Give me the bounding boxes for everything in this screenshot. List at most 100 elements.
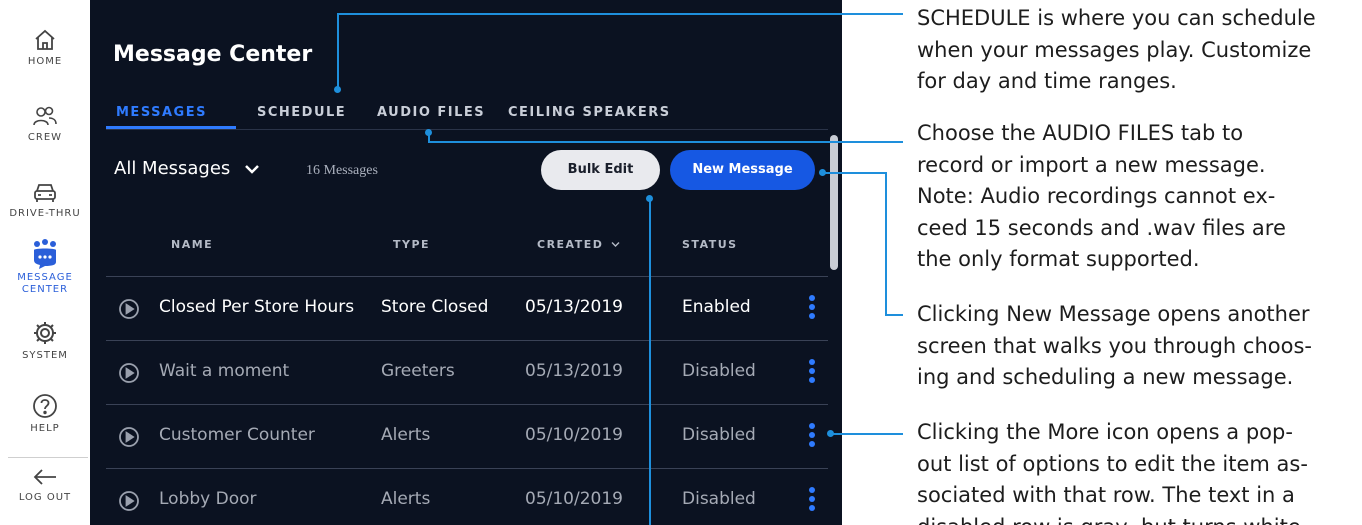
tab-ceiling-speakers[interactable]: CEILING SPEAKERS bbox=[508, 105, 671, 120]
annotation-note-text: : Audio recordings cannot ex- bbox=[966, 184, 1276, 208]
callout-line-new-message bbox=[822, 172, 887, 174]
annotation-line: sociated with that row. The text in a bbox=[917, 483, 1295, 507]
annotation-line: ing and scheduling a new message. bbox=[917, 365, 1294, 389]
annotation-line: ceed 15 seconds and .wav files are bbox=[917, 215, 1286, 240]
callout-dot-new-message bbox=[819, 169, 826, 176]
play-icon[interactable] bbox=[118, 426, 140, 448]
tab-schedule[interactable]: SCHEDULE bbox=[257, 105, 346, 120]
play-icon[interactable] bbox=[118, 362, 140, 384]
callout-dot-more bbox=[827, 430, 834, 437]
annotation-line: record or import a new message. bbox=[917, 152, 1266, 177]
callout-dot-schedule bbox=[334, 86, 341, 93]
nav-item-drive-thru[interactable]: DRIVE-THRU bbox=[0, 182, 90, 220]
annotation-line: screen that walks you through choos- bbox=[917, 333, 1312, 358]
help-icon bbox=[33, 394, 57, 418]
annotation-audio-files: Choose the AUDIO FILES tab to record or … bbox=[917, 118, 1357, 276]
filter-label: All Messages bbox=[114, 158, 231, 179]
annotation-line: Clicking the More icon opens a pop- bbox=[917, 420, 1293, 444]
page-title: Message Center bbox=[113, 42, 313, 67]
nav-label-message: MESSAGE bbox=[17, 272, 73, 283]
row-status: Disabled bbox=[682, 361, 756, 381]
more-icon[interactable] bbox=[808, 423, 816, 451]
row-name: Closed Per Store Hours bbox=[159, 297, 355, 317]
message-center-icon bbox=[34, 239, 56, 269]
row-type: Greeters bbox=[381, 361, 455, 381]
play-icon[interactable] bbox=[118, 490, 140, 512]
vertical-scrollbar[interactable] bbox=[830, 135, 838, 270]
row-type: Alerts bbox=[381, 425, 431, 445]
nav-label-logout: LOG OUT bbox=[18, 492, 72, 503]
annotation-line: Choose the AUDIO FILES tab to bbox=[917, 121, 1244, 145]
message-filter-dropdown[interactable]: All Messages bbox=[114, 158, 260, 179]
nav-divider bbox=[8, 457, 88, 458]
row-type: Store Closed bbox=[381, 297, 489, 317]
row-status: Disabled bbox=[682, 489, 756, 509]
row-name: Lobby Door bbox=[159, 489, 257, 509]
callout-line-audio-files bbox=[428, 141, 903, 143]
annotation-new-message: Clicking New Message opens another scree… bbox=[917, 299, 1357, 394]
table-row[interactable]: Lobby Door Alerts 05/10/2019 Disabled bbox=[106, 468, 828, 525]
callout-dot-bulk-edit bbox=[646, 195, 653, 202]
annotation-line: for day and time ranges. bbox=[917, 69, 1177, 93]
column-header-status[interactable]: STATUS bbox=[682, 238, 738, 251]
nav-item-message-center[interactable]: MESSAGE CENTER bbox=[0, 238, 90, 296]
callout-line-new-message bbox=[885, 314, 903, 316]
column-header-type[interactable]: TYPE bbox=[393, 238, 430, 251]
column-header-name[interactable]: NAME bbox=[171, 238, 213, 251]
row-created: 05/10/2019 bbox=[525, 489, 623, 509]
nav-label-crew: CREW bbox=[27, 132, 63, 143]
table-row[interactable]: Closed Per Store Hours Store Closed 05/1… bbox=[106, 276, 828, 340]
play-icon[interactable] bbox=[118, 298, 140, 320]
row-created: 05/13/2019 bbox=[525, 361, 623, 381]
nav-item-help[interactable]: HELP bbox=[0, 393, 90, 435]
annotation-line: Clicking New Message opens another bbox=[917, 302, 1310, 326]
home-icon bbox=[35, 29, 55, 50]
annotation-note-label: Note bbox=[917, 184, 967, 208]
nav-label-home: HOME bbox=[27, 56, 63, 67]
nav-label-help: HELP bbox=[30, 423, 60, 434]
bulk-edit-button[interactable]: Bulk Edit bbox=[541, 150, 660, 190]
nav-item-home[interactable]: HOME bbox=[0, 28, 90, 68]
row-status: Disabled bbox=[682, 425, 756, 445]
callout-line-more bbox=[830, 433, 903, 435]
sort-chevron-icon bbox=[611, 242, 620, 247]
nav-item-system[interactable]: SYSTEM bbox=[0, 320, 90, 362]
table-row[interactable]: Customer Counter Alerts 05/10/2019 Disab… bbox=[106, 404, 828, 468]
annotation-line: Note: Audio recordings cannot ex- bbox=[917, 181, 1357, 213]
table-row[interactable]: Wait a moment Greeters 05/13/2019 Disabl… bbox=[106, 340, 828, 404]
tab-bar: MESSAGES SCHEDULE AUDIO FILES CEILING SP… bbox=[106, 100, 828, 130]
nav-item-logout[interactable]: LOG OUT bbox=[0, 466, 90, 504]
callout-dot-audio-files bbox=[425, 129, 432, 136]
logout-arrow-icon bbox=[33, 469, 56, 485]
annotation-line: when your messages play. Customize bbox=[917, 37, 1312, 62]
new-message-button[interactable]: New Message bbox=[670, 150, 815, 190]
crew-icon bbox=[33, 106, 57, 126]
column-header-created-label: CREATED bbox=[537, 238, 604, 251]
nav-label-drive-thru: DRIVE-THRU bbox=[9, 208, 81, 219]
row-created: 05/10/2019 bbox=[525, 425, 623, 445]
message-count: 16 Messages bbox=[306, 163, 378, 178]
more-icon[interactable] bbox=[808, 295, 816, 323]
tab-audio-files[interactable]: AUDIO FILES bbox=[377, 105, 485, 120]
nav-item-crew[interactable]: CREW bbox=[0, 104, 90, 144]
annotation-more-icon: Clicking the More icon opens a pop- out … bbox=[917, 417, 1357, 525]
nav-label-center: CENTER bbox=[21, 284, 69, 295]
more-icon[interactable] bbox=[808, 359, 816, 387]
drive-thru-icon bbox=[34, 184, 56, 202]
column-header-created[interactable]: CREATED bbox=[537, 238, 620, 251]
message-center-panel: Message Center MESSAGES SCHEDULE AUDIO F… bbox=[90, 0, 842, 525]
nav-label-system: SYSTEM bbox=[22, 350, 68, 361]
annotation-line: the only format supported. bbox=[917, 247, 1200, 271]
callout-line-schedule bbox=[337, 13, 903, 15]
row-name: Wait a moment bbox=[159, 361, 290, 381]
callout-line-schedule bbox=[337, 13, 339, 89]
tab-messages[interactable]: MESSAGES bbox=[116, 105, 207, 120]
more-icon[interactable] bbox=[808, 487, 816, 515]
row-status: Enabled bbox=[682, 297, 751, 317]
annotation-line: SCHEDULE is where you can schedule bbox=[917, 6, 1316, 30]
chevron-down-icon bbox=[245, 165, 259, 174]
callout-line-new-message bbox=[885, 172, 887, 316]
annotation-schedule: SCHEDULE is where you can schedule when … bbox=[917, 3, 1357, 98]
annotation-line: out list of options to edit the item as- bbox=[917, 451, 1308, 476]
row-name: Customer Counter bbox=[159, 425, 315, 445]
